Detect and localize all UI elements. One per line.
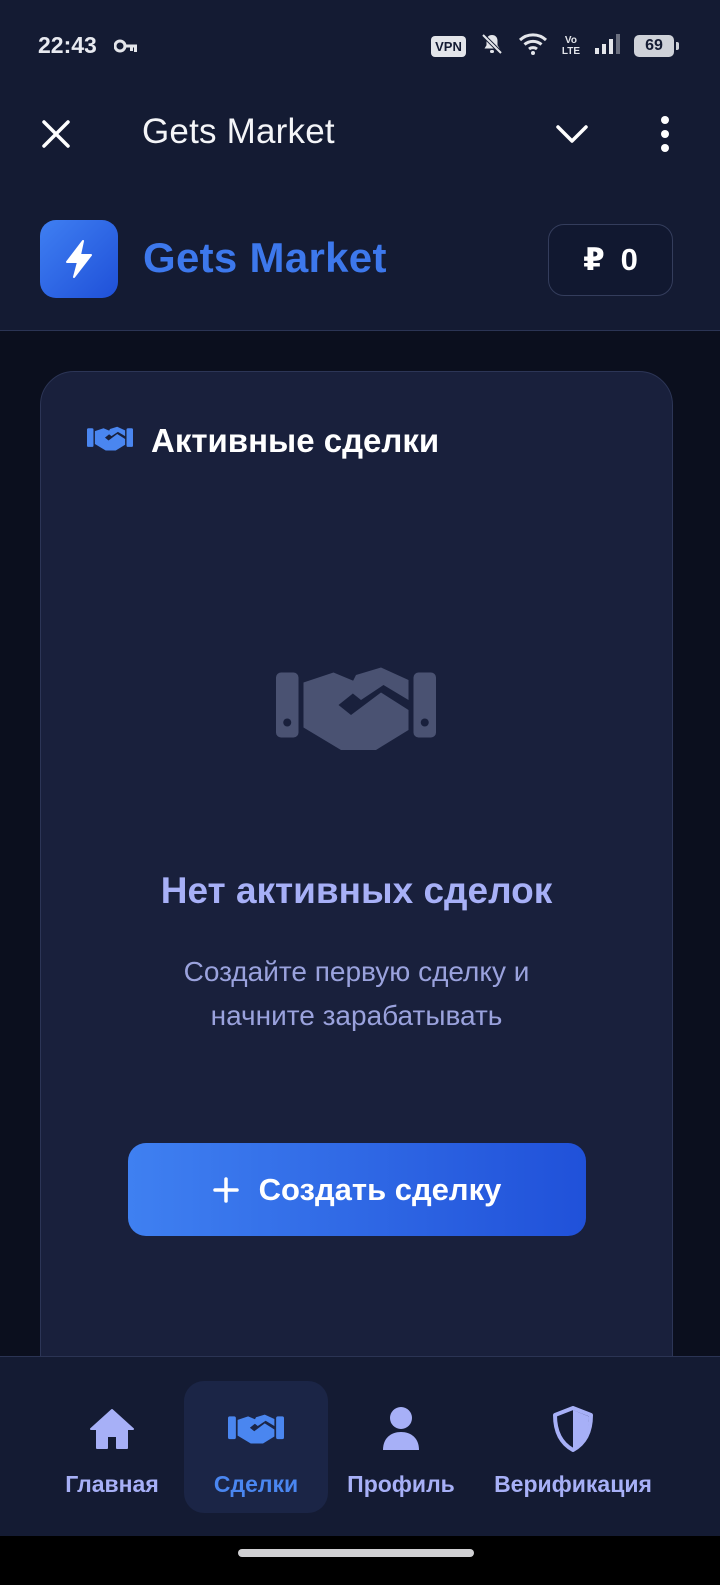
handshake-icon [228, 1401, 284, 1457]
card-header: Активные сделки [87, 422, 439, 460]
create-deal-button[interactable]: Создать сделку [128, 1143, 586, 1236]
plus-icon [212, 1176, 239, 1203]
empty-state-subtitle: Создайте первую сделку и начните зарабат… [41, 950, 672, 1038]
nav-label-deals: Сделки [213, 1471, 299, 1497]
gesture-bar [0, 1536, 720, 1585]
signal-icon [594, 33, 620, 60]
empty-state-subtitle-line1: Создайте первую сделку и [183, 956, 530, 987]
app-logo [40, 220, 118, 298]
brand-bar: Gets Market ₽ 0 [0, 176, 720, 331]
status-time: 22:43 [38, 32, 97, 58]
nav-label-verification: Верификация [494, 1471, 652, 1497]
empty-state-subtitle-line2: начните зарабатывать [210, 1000, 503, 1031]
currency-symbol: ₽ [583, 242, 605, 277]
balance-value: 0 [620, 242, 638, 277]
volte-indicator: Vo LTE [561, 35, 580, 57]
key-icon [113, 38, 138, 59]
collapse-button[interactable] [550, 114, 594, 154]
shield-icon [552, 1401, 594, 1457]
app-header: Gets Market [0, 92, 720, 176]
handshake-icon [87, 424, 133, 459]
close-button[interactable] [36, 114, 76, 154]
nav-item-profile[interactable]: Профиль [344, 1381, 458, 1513]
lightning-icon [66, 240, 92, 278]
home-icon [87, 1401, 137, 1457]
empty-state-title: Нет активных сделок [160, 870, 553, 911]
nav-item-verification[interactable]: Верификация [490, 1381, 656, 1513]
status-bar: 22:43 VPN Vo LTE 69 [0, 0, 720, 92]
nav-item-home[interactable]: Главная [58, 1381, 166, 1513]
more-menu-button[interactable] [650, 112, 680, 156]
bell-off-icon [480, 32, 504, 61]
brand-name: Gets Market [143, 234, 387, 281]
create-deal-label: Создать сделку [258, 1171, 502, 1207]
header-title: Gets Market [142, 112, 335, 151]
more-vertical-icon [661, 116, 669, 152]
empty-state-handshake-icon [276, 660, 436, 765]
nav-label-profile: Профиль [347, 1471, 455, 1497]
wifi-icon [518, 32, 548, 61]
user-icon [381, 1401, 421, 1457]
close-icon [42, 120, 70, 148]
active-deals-card: Активные сделки Нет активных сделок Созд… [40, 371, 673, 1421]
screen: 22:43 VPN Vo LTE 69 Gets Market Gets Mar… [0, 0, 720, 1585]
vpn-badge: VPN [431, 35, 466, 57]
chevron-down-icon [556, 125, 588, 143]
status-icons: VPN Vo LTE 69 [431, 30, 679, 62]
home-indicator[interactable] [238, 1549, 474, 1557]
battery-icon: 69 [634, 35, 679, 57]
nav-label-home: Главная [65, 1471, 159, 1497]
card-title: Активные сделки [151, 422, 440, 459]
bottom-nav: Главная Сделки Профиль Верификация [0, 1356, 720, 1536]
nav-item-deals[interactable]: Сделки [184, 1381, 328, 1513]
balance-chip[interactable]: ₽ 0 [548, 224, 673, 296]
